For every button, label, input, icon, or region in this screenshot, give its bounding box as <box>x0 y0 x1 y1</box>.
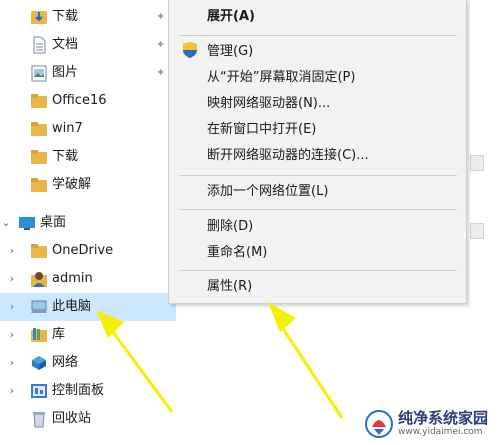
menu-separator <box>179 209 457 210</box>
nav-item-label: Office16 <box>52 93 107 108</box>
menu-item-open-new-window[interactable]: 在新窗口中打开(E) <box>207 121 316 139</box>
menu-separator <box>179 35 457 36</box>
nav-item-desktop[interactable]: ⌄ 桌面 <box>0 209 176 237</box>
user-icon <box>31 272 47 287</box>
menu-item-properties[interactable]: 属性(R) <box>207 278 252 296</box>
nav-item-label: win7 <box>52 121 83 136</box>
watermark-logo-icon <box>365 410 393 438</box>
nav-item-office16[interactable]: Office16 <box>0 87 176 115</box>
checkbox[interactable] <box>470 223 484 239</box>
nav-item-label: 网络 <box>52 355 79 370</box>
folder-icon <box>31 122 47 136</box>
nav-item-downloads[interactable]: 下载 <box>0 143 176 171</box>
menu-item-unpin-start[interactable]: 从“开始”屏幕取消固定(P) <box>207 69 355 87</box>
watermark-url: www.yidaimei.com <box>398 427 483 437</box>
menu-separator <box>179 270 457 271</box>
documents-icon <box>33 36 46 54</box>
chevron-right-icon[interactable]: › <box>6 244 18 258</box>
chevron-down-icon[interactable]: ⌄ <box>0 216 12 230</box>
desktop-icon <box>19 217 35 230</box>
nav-item-label: 此电脑 <box>52 299 92 314</box>
menu-item-delete[interactable]: 删除(D) <box>207 218 253 236</box>
chevron-right-icon[interactable]: › <box>6 300 18 314</box>
nav-item-xuepojie[interactable]: 学破解 <box>0 171 176 199</box>
pin-icon: ✦ <box>156 10 166 23</box>
menu-item-add-network-location[interactable]: 添加一个网络位置(L) <box>207 183 328 201</box>
nav-item-downloads-quick[interactable]: 下载 ✦ <box>0 3 176 31</box>
watermark-title: 纯净系统家园 <box>398 409 489 427</box>
nav-item-onedrive[interactable]: › OneDrive <box>0 237 176 265</box>
nav-item-label: 回收站 <box>52 411 92 426</box>
this-pc-icon <box>31 300 47 313</box>
folder-icon <box>31 244 47 258</box>
folder-icon <box>31 94 47 108</box>
chevron-right-icon[interactable]: › <box>6 384 18 398</box>
control-panel-icon <box>31 384 47 398</box>
network-icon <box>32 356 46 370</box>
menu-item-expand[interactable]: 展开(A) <box>207 8 255 26</box>
pin-icon: ✦ <box>156 38 166 51</box>
annotation-arrow-icon <box>96 310 174 413</box>
chevron-right-icon[interactable]: › <box>6 328 18 342</box>
nav-item-win7[interactable]: win7 <box>0 115 176 143</box>
menu-item-disconnect-drive[interactable]: 断开网络驱动器的连接(C)... <box>207 147 369 165</box>
context-menu: 展开(A) 管理(G) 从“开始”屏幕取消固定(P) 映射网络驱动器(N)...… <box>168 0 467 304</box>
folder-icon <box>31 178 47 192</box>
checkbox[interactable] <box>470 155 484 171</box>
menu-item-rename[interactable]: 重命名(M) <box>207 244 267 262</box>
pictures-icon <box>31 65 47 82</box>
library-icon <box>31 328 47 342</box>
nav-item-label: 下载 <box>52 9 79 24</box>
menu-item-manage[interactable]: 管理(G) <box>207 43 253 61</box>
pin-icon: ✦ <box>156 66 166 79</box>
menu-separator <box>179 175 457 176</box>
uac-shield-icon <box>183 42 197 58</box>
folder-icon <box>31 150 47 164</box>
menu-item-map-drive[interactable]: 映射网络驱动器(N)... <box>207 95 330 113</box>
nav-item-admin[interactable]: › admin <box>0 265 176 293</box>
download-folder-icon <box>31 11 47 24</box>
nav-item-label: admin <box>52 271 93 286</box>
nav-item-label: 桌面 <box>40 215 67 230</box>
chevron-right-icon[interactable]: › <box>6 356 18 370</box>
nav-item-label: 库 <box>52 327 66 342</box>
nav-item-pictures[interactable]: 图片 ✦ <box>0 59 176 87</box>
nav-item-label: 文档 <box>52 37 79 52</box>
nav-item-documents[interactable]: 文档 ✦ <box>0 31 176 59</box>
recycle-bin-icon <box>33 412 45 428</box>
annotation-arrow-icon <box>268 302 344 419</box>
nav-item-label: OneDrive <box>52 243 114 258</box>
nav-item-label: 学破解 <box>52 177 92 192</box>
nav-item-label: 下载 <box>52 149 79 164</box>
chevron-right-icon[interactable]: › <box>6 272 18 286</box>
watermark: 纯净系统家园 www.yidaimei.com <box>364 407 496 441</box>
nav-item-label: 图片 <box>52 65 79 80</box>
